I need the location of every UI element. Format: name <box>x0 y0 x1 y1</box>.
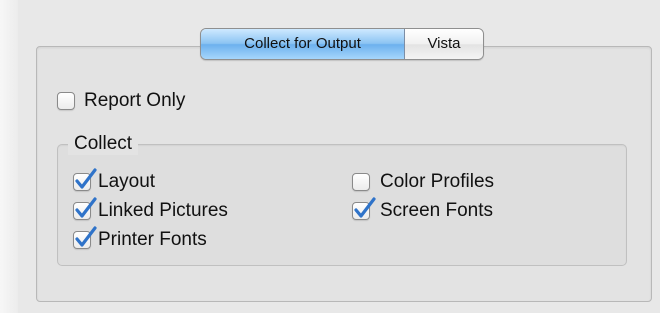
tab-collect-for-output[interactable]: Collect for Output <box>201 29 405 59</box>
linked-pictures-label: Linked Pictures <box>98 200 228 221</box>
linked-pictures-checkbox[interactable] <box>73 197 97 220</box>
color-profiles-label: Color Profiles <box>380 171 495 192</box>
checkmark-icon <box>75 226 97 247</box>
checkmark-icon <box>354 197 376 218</box>
report-only-label: Report Only <box>84 90 186 111</box>
printer-fonts-checkbox[interactable] <box>73 226 97 249</box>
checkmark-icon <box>75 168 97 189</box>
layout-checkbox[interactable] <box>73 168 97 191</box>
color-profiles-checkbox[interactable] <box>352 173 370 191</box>
layout-label: Layout <box>98 171 156 192</box>
printer-fonts-label: Printer Fonts <box>98 229 207 250</box>
checkmark-icon <box>75 197 97 218</box>
screen-fonts-label: Screen Fonts <box>380 200 493 221</box>
report-only-checkbox[interactable] <box>57 92 75 110</box>
tab-vista[interactable]: Vista <box>405 29 483 59</box>
collect-group-title: Collect <box>68 133 139 155</box>
tab-bar: Collect for Output Vista <box>200 28 484 60</box>
screen-fonts-checkbox[interactable] <box>352 197 376 220</box>
window-edge <box>0 0 18 313</box>
